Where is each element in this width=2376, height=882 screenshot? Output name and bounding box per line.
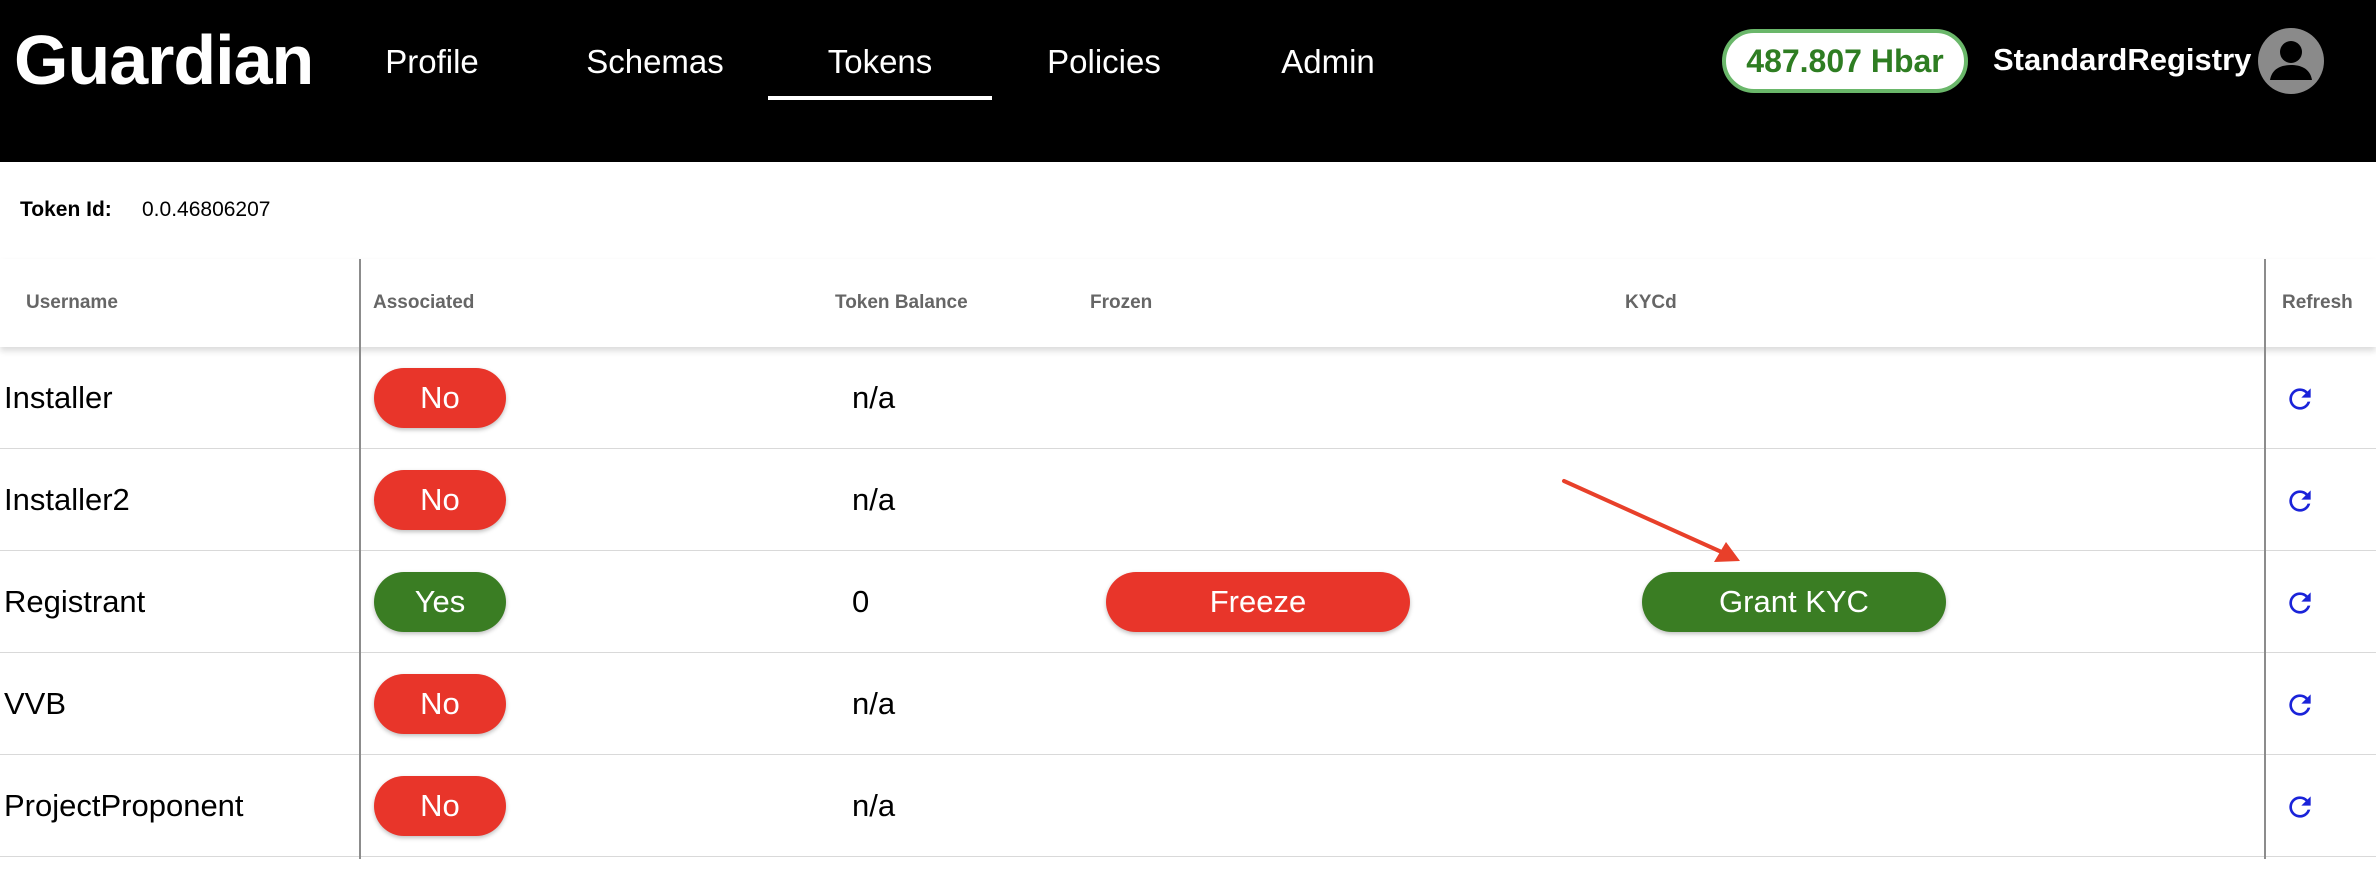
cell-token-balance: 0 (852, 584, 870, 619)
table-header: Username Associated Token Balance Frozen… (0, 259, 2376, 347)
refresh-icon[interactable] (2284, 383, 2316, 415)
nav-admin[interactable]: Admin (1280, 38, 1376, 86)
cell-token-balance: n/a (852, 482, 896, 517)
annotation-arrow (1562, 479, 1740, 562)
column-header-frozen: Frozen (1090, 292, 1153, 313)
cell-username: Installer2 (4, 482, 130, 517)
table-row: ProjectProponent No n/a (0, 755, 2376, 857)
refresh-icon[interactable] (2284, 587, 2316, 619)
associated-no-badge: No (374, 368, 506, 428)
column-header-token-balance: Token Balance (835, 292, 968, 313)
cell-username: VVB (4, 686, 67, 721)
refresh-icon[interactable] (2284, 485, 2316, 517)
column-header-refresh: Refresh (2282, 292, 2353, 313)
cell-token-balance: n/a (852, 788, 896, 823)
associated-no-badge: No (374, 470, 506, 530)
account-circle-icon[interactable] (2258, 28, 2324, 94)
cell-username: Registrant (4, 584, 146, 619)
table-row: Installer2 No n/a (0, 449, 2376, 551)
associated-no-badge: No (374, 674, 506, 734)
column-header-username: Username (26, 292, 118, 313)
refresh-icon[interactable] (2284, 791, 2316, 823)
cell-token-balance: n/a (852, 686, 896, 721)
app-logo[interactable]: Guardian (14, 18, 314, 102)
top-navigation-bar: Guardian Profile Schemas Tokens Policies… (0, 0, 2376, 162)
associated-yes-badge: Yes (374, 572, 506, 632)
nav-tokens[interactable]: Tokens (768, 38, 992, 100)
column-header-kycd: KYCd (1625, 292, 1677, 313)
column-divider (2264, 259, 2266, 859)
column-divider (359, 259, 361, 859)
hbar-balance-badge: 487.807 Hbar (1722, 29, 1968, 93)
nav-policies[interactable]: Policies (1046, 38, 1162, 86)
cell-username: ProjectProponent (4, 788, 244, 823)
freeze-button[interactable]: Freeze (1106, 572, 1410, 632)
associated-no-badge: No (374, 776, 506, 836)
cell-token-balance: n/a (852, 380, 896, 415)
nav-schemas[interactable]: Schemas (586, 38, 724, 86)
cell-username: Installer (4, 380, 113, 415)
token-id-label: Token Id: (20, 198, 112, 221)
column-header-associated: Associated (373, 292, 475, 313)
nav-profile[interactable]: Profile (382, 38, 482, 86)
table-row: VVB No n/a (0, 653, 2376, 755)
grant-kyc-button[interactable]: Grant KYC (1642, 572, 1946, 632)
table-row: Registrant Yes 0 Freeze Grant KYC (0, 551, 2376, 653)
current-username: StandardRegistry (1993, 42, 2252, 77)
token-id-value: 0.0.46806207 (142, 198, 271, 221)
token-users-table: Username Associated Token Balance Frozen… (0, 259, 2376, 859)
refresh-icon[interactable] (2284, 689, 2316, 721)
table-row: Installer No n/a (0, 347, 2376, 449)
